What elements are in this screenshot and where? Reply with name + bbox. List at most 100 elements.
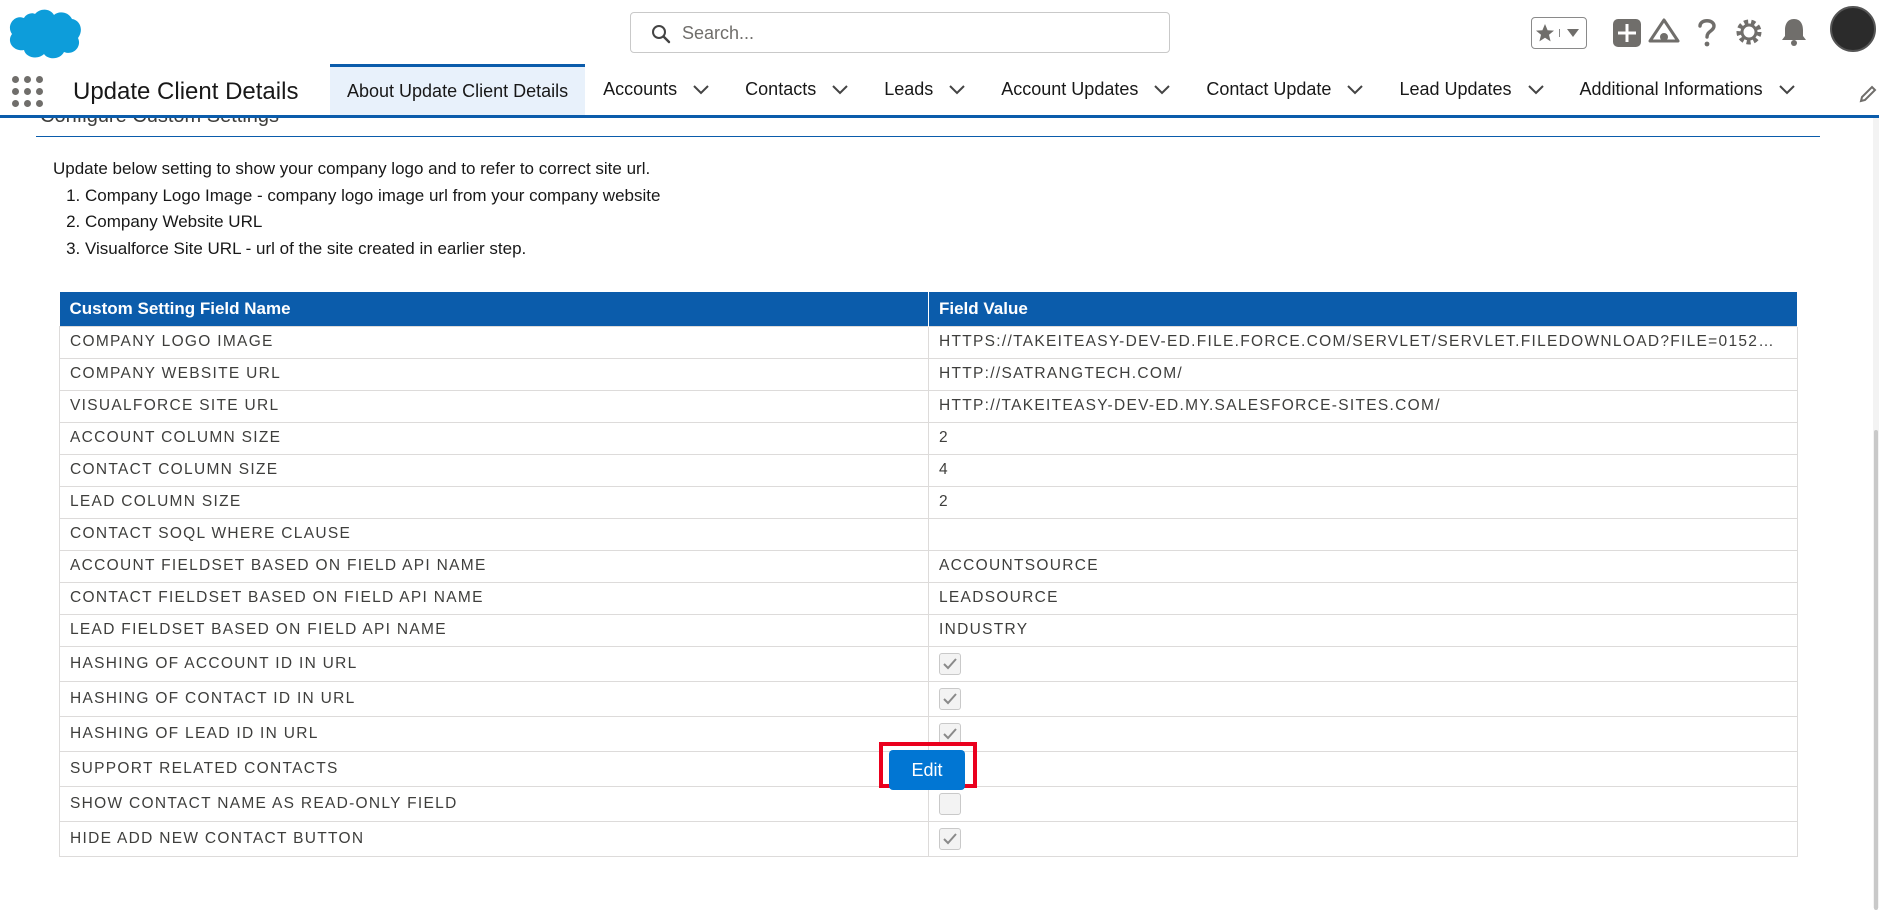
nav-tabs: About Update Client Details Accounts Con… — [330, 64, 1813, 115]
app-launcher-icon[interactable] — [12, 76, 44, 108]
tab-accounts[interactable]: Accounts — [585, 64, 727, 115]
column-header-field-value: Field Value — [928, 292, 1798, 326]
table-row: Hashing of Account Id in URL — [59, 645, 1798, 682]
tab-leads[interactable]: Leads — [866, 64, 983, 115]
field-name: Visualforce Site URL — [59, 389, 929, 423]
field-value — [928, 820, 1798, 857]
table-row: Account Column Size 2 — [59, 421, 1798, 455]
table-row: Company Logo Image https://takeiteasy-dev… — [59, 325, 1798, 359]
app-name: Update Client Details — [73, 78, 299, 105]
field-name: Contact Column Size — [59, 453, 929, 487]
checkbox-hashing-account-id[interactable] — [939, 652, 961, 675]
instructions-intro: Update below setting to show your compan… — [53, 159, 651, 178]
field-name: Company Logo Image — [59, 325, 929, 359]
tab-additional-informations[interactable]: Additional Informations — [1562, 64, 1813, 115]
tab-account-updates[interactable]: Account Updates — [983, 64, 1188, 115]
tab-about-update-client-details[interactable]: About Update Client Details — [330, 64, 586, 115]
salesforce-logo-icon[interactable] — [2, 6, 82, 60]
field-value: LeadSource — [928, 581, 1798, 615]
chevron-down-icon[interactable] — [1527, 84, 1544, 95]
field-value — [928, 517, 1798, 551]
chevron-down-icon[interactable] — [693, 84, 709, 95]
table-row: Contact SOQL Where Clause — [59, 517, 1798, 551]
field-name: Account FieldSet based on Field API Name — [59, 549, 929, 583]
checkbox-hide-add-new-contact[interactable] — [939, 827, 961, 850]
table-row: Contact FieldSet based on Field API Name… — [59, 581, 1798, 615]
instruction-step: Company Logo Image - company logo image … — [85, 183, 660, 210]
tab-lead-updates[interactable]: Lead Updates — [1381, 64, 1561, 115]
section-divider — [36, 136, 1820, 137]
column-header-field-name: Custom Setting Field Name — [59, 292, 929, 326]
field-value: https://takeiteasy-dev-ed.file.force.com… — [928, 325, 1798, 359]
search-icon — [652, 25, 671, 44]
field-value: 2 — [928, 421, 1798, 455]
chevron-down-icon[interactable] — [1778, 84, 1795, 95]
field-name: Lead FieldSet based on Field API Name — [59, 613, 929, 647]
help-icon[interactable] — [1694, 16, 1720, 48]
tab-label: Lead Updates — [1399, 79, 1512, 99]
field-name: Hashing of Contact Id in URL — [59, 680, 929, 717]
star-icon[interactable] — [1532, 23, 1559, 43]
instructions: Update below setting to show your compan… — [53, 156, 660, 262]
tab-contacts[interactable]: Contacts — [727, 64, 866, 115]
instruction-step: Company Website URL — [85, 209, 660, 236]
field-name: Show Contact Name as Read-Only Field — [59, 785, 929, 822]
table-row: Hashing of Contact Id in URL — [59, 680, 1798, 717]
field-name: Hashing of Account Id in URL — [59, 645, 929, 682]
trailhead-icon[interactable] — [1648, 17, 1680, 49]
field-value: http://takeiteasy-dev-ed.my.salesforce-s… — [928, 389, 1798, 423]
app-navigation-bar: Update Client Details About Update Clien… — [0, 64, 1879, 118]
tab-label: Leads — [884, 79, 934, 99]
field-name: Contact FieldSet based on Field API Name — [59, 581, 929, 615]
table-row: Show Contact Name as Read-Only Field — [59, 785, 1798, 822]
tab-label: Accounts — [603, 79, 678, 99]
field-name: Contact SOQL Where Clause — [59, 517, 929, 551]
notifications-bell-icon[interactable] — [1780, 17, 1808, 47]
instructions-steps: Company Logo Image - company logo image … — [85, 183, 660, 263]
edit-nav-pencil-icon[interactable] — [1858, 84, 1878, 104]
field-value: 4 — [928, 453, 1798, 487]
user-avatar[interactable] — [1830, 6, 1876, 52]
chevron-down-icon[interactable] — [949, 84, 965, 95]
search-placeholder: Search... — [682, 23, 755, 43]
caret-down-icon[interactable] — [1558, 29, 1587, 37]
field-name: Hashing of Lead Id in URL — [59, 715, 929, 752]
table-header-row: Custom Setting Field Name Field Value — [59, 292, 1798, 326]
checkbox-contact-name-read-only[interactable] — [939, 792, 961, 815]
field-name: Hide Add New Contact Button — [59, 820, 929, 857]
tab-label: About Update Client Details — [347, 80, 569, 101]
table-row: Visualforce Site URL http://takeiteasy-de… — [59, 389, 1798, 423]
field-name: Support Related Contacts — [59, 750, 929, 787]
field-value — [928, 645, 1798, 682]
chevron-down-icon[interactable] — [1154, 84, 1171, 95]
field-name: Lead Column Size — [59, 485, 929, 519]
chevron-down-icon[interactable] — [832, 84, 848, 95]
field-value — [928, 715, 1798, 752]
global-search-box[interactable]: Search... — [630, 12, 1170, 53]
field-value: Industry — [928, 613, 1798, 647]
table-row: Lead FieldSet based on Field API Name Ind… — [59, 613, 1798, 647]
field-name: Account Column Size — [59, 421, 929, 455]
setup-gear-icon[interactable] — [1734, 17, 1764, 47]
favorites-button[interactable] — [1531, 17, 1587, 49]
global-header: Search... — [0, 0, 1879, 64]
field-value — [928, 680, 1798, 717]
tab-label: Account Updates — [1001, 79, 1139, 99]
section-title: Configure Custom Settings — [40, 118, 279, 128]
field-value: 2 — [928, 485, 1798, 519]
table-row: Company Website URL http://satrangtech.co… — [59, 357, 1798, 391]
edit-button[interactable]: Edit — [889, 750, 965, 790]
tab-contact-update[interactable]: Contact Update — [1188, 64, 1381, 115]
checkbox-hashing-contact-id[interactable] — [939, 687, 961, 710]
tab-label: Contacts — [745, 79, 817, 99]
field-value — [928, 750, 1798, 787]
tab-label: Contact Update — [1206, 79, 1332, 99]
page-scrollbar-thumb[interactable] — [1874, 430, 1878, 910]
table-row: Hide Add New Contact Button — [59, 820, 1798, 857]
table-row: Account FieldSet based on Field API Name… — [59, 549, 1798, 583]
field-value — [928, 785, 1798, 822]
table-row: Lead Column Size 2 — [59, 485, 1798, 519]
chevron-down-icon[interactable] — [1347, 84, 1364, 95]
field-value: AccountSource — [928, 549, 1798, 583]
global-actions-plus-icon[interactable] — [1612, 18, 1642, 48]
